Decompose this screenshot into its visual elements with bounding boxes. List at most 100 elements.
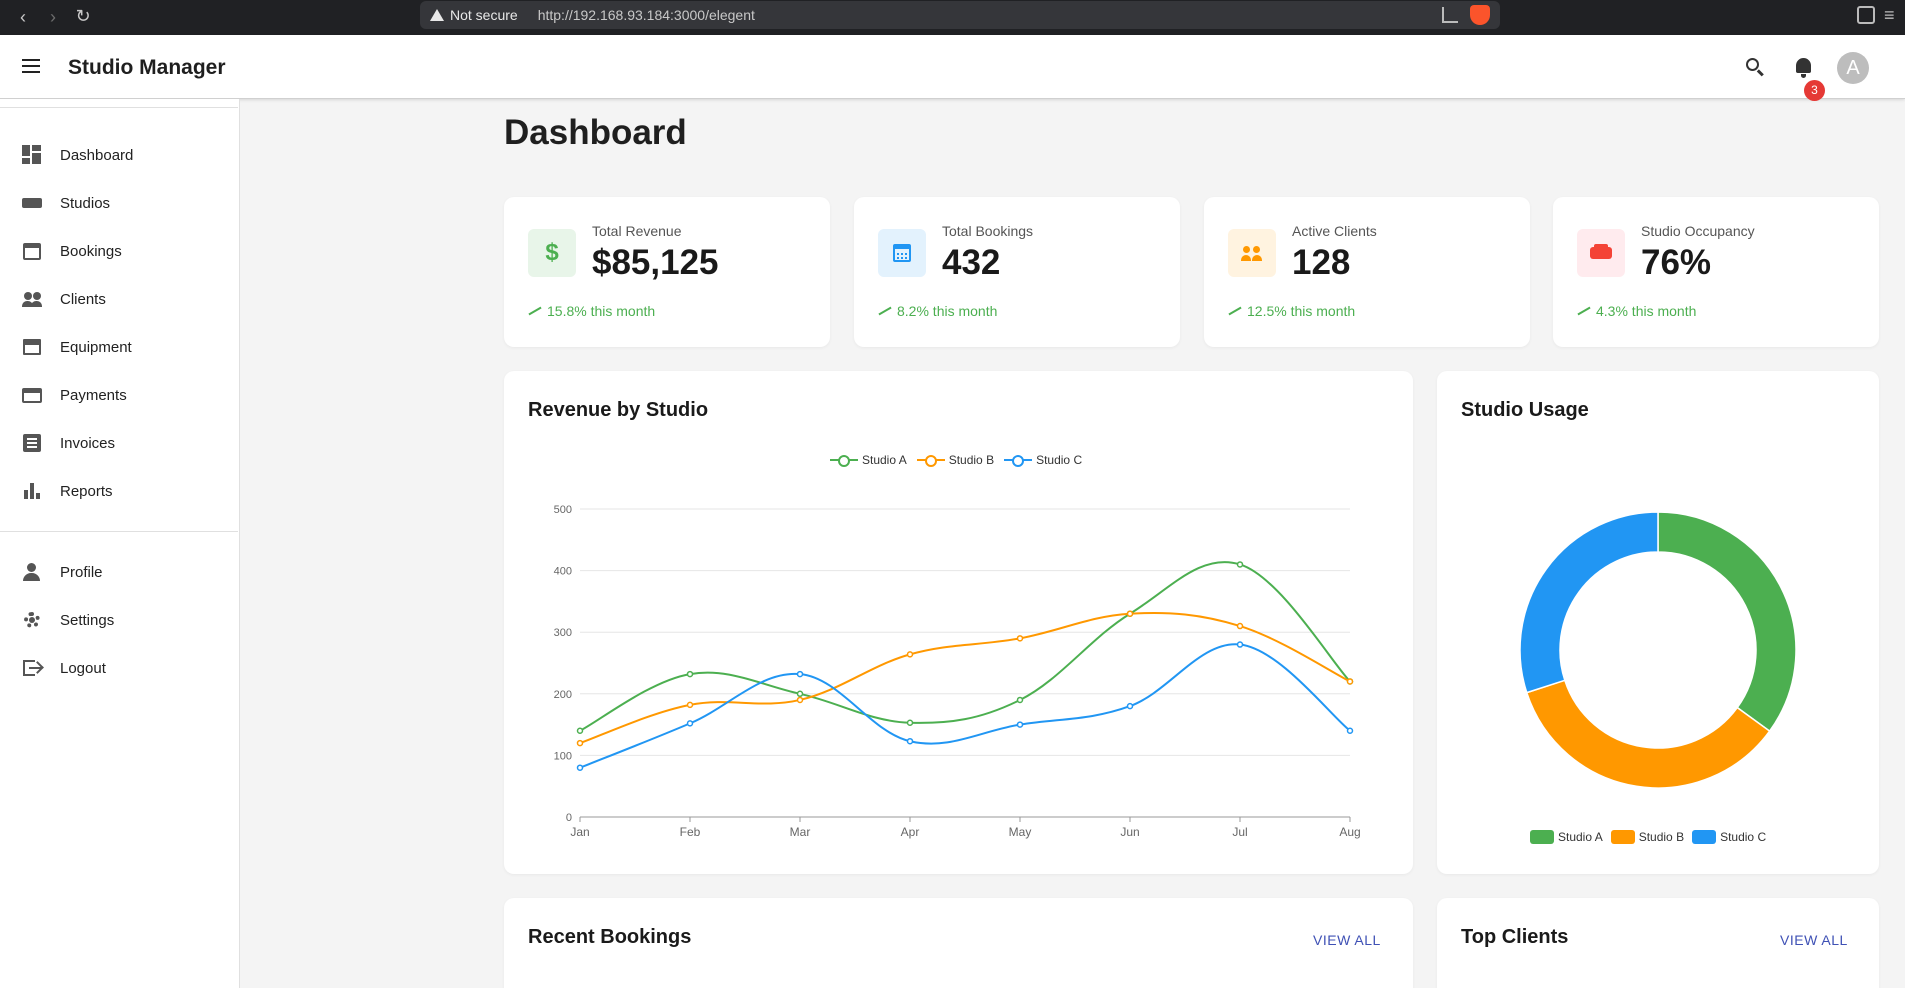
top-clients-card: Top Clients VIEW ALL (1437, 898, 1879, 988)
data-point[interactable] (686, 720, 694, 727)
data-point[interactable] (1346, 727, 1354, 735)
data-point[interactable] (1236, 641, 1244, 648)
legend-item-studio-a[interactable]: Studio A (1530, 830, 1603, 844)
trending-up-icon (878, 306, 892, 316)
y-tick-label: 200 (554, 689, 572, 701)
revenue-chart-card: Revenue by Studio Studio A Studio B Stud… (504, 371, 1413, 874)
sidebar-item-label: Studios (60, 194, 111, 212)
sidebar-item-equipment[interactable]: Equipment (0, 323, 238, 371)
legend-label: Studio C (1720, 830, 1767, 844)
stat-trend-text: 15.8% this month (547, 303, 656, 319)
security-indicator[interactable]: Not secure (430, 7, 518, 23)
reload-icon[interactable]: ↻ (68, 1, 98, 31)
view-all-clients-button[interactable]: VIEW ALL (1780, 932, 1848, 948)
sidebar-item-payments[interactable]: Payments (0, 371, 238, 419)
stat-value: $85,125 (592, 243, 719, 282)
security-label: Not secure (450, 7, 518, 23)
sidebar-item-bookings[interactable]: Bookings (0, 227, 238, 275)
sidebar-item-dashboard[interactable]: Dashboard (0, 131, 238, 179)
extensions-icon[interactable] (1857, 6, 1875, 24)
sidebar-item-label: Settings (60, 611, 115, 629)
back-arrow-icon[interactable]: ‹ (8, 2, 38, 32)
x-tick-label: Mar (790, 825, 811, 839)
data-point[interactable] (796, 670, 804, 678)
warning-icon (430, 9, 444, 21)
sofa-icon (22, 193, 42, 213)
data-point[interactable] (1016, 721, 1024, 728)
share-icon[interactable] (1442, 7, 1458, 23)
browser-toolbar: ‹ › ↻ Not secure http://192.168.93.184:3… (0, 0, 1905, 35)
series-line-studio-c (579, 643, 1351, 769)
stat-value: 432 (942, 243, 1001, 282)
donut-slice-studio-a[interactable] (1657, 511, 1797, 733)
data-point[interactable] (906, 651, 914, 658)
receipt-icon (22, 433, 42, 453)
data-point[interactable] (796, 690, 804, 698)
data-point[interactable] (1236, 622, 1244, 630)
bar-chart-icon (22, 481, 42, 501)
donut-slice-studio-b[interactable] (1525, 679, 1771, 789)
data-point[interactable] (686, 670, 694, 678)
people-icon (22, 289, 42, 309)
sidebar-item-profile[interactable]: Profile (0, 548, 238, 596)
data-point[interactable] (906, 737, 914, 745)
sidebar-item-invoices[interactable]: Invoices (0, 419, 238, 467)
y-tick-label: 400 (554, 566, 572, 578)
sidebar-item-label: Dashboard (60, 146, 134, 164)
revenue-line-chart: 0 100 200 300 400 500 Jan Feb Mar Apr May Jun Jul Aug (554, 504, 1361, 839)
data-point[interactable] (906, 719, 914, 727)
data-point[interactable] (576, 727, 584, 735)
data-point[interactable] (1016, 635, 1024, 642)
y-tick-label: 300 (554, 627, 572, 639)
address-bar[interactable]: Not secure http://192.168.93.184:3000/el… (420, 1, 1500, 29)
y-tick-label: 100 (554, 750, 572, 762)
data-point[interactable] (1016, 696, 1024, 704)
donut-slice-studio-c[interactable] (1519, 511, 1659, 694)
sidebar-item-reports[interactable]: Reports (0, 467, 238, 515)
legend-item-studio-c[interactable]: Studio C (1692, 830, 1766, 844)
usage-chart-card: Studio Usage Studio A Studio B Studio C (1437, 371, 1879, 874)
legend-label: Studio B (1638, 830, 1685, 844)
stat-card-bookings: Total Bookings 432 8.2% this month (854, 197, 1180, 347)
data-point[interactable] (1126, 702, 1134, 710)
stat-value: 128 (1292, 243, 1351, 282)
legend-label: Studio A (1558, 830, 1603, 844)
sidebar: Dashboard Studios Bookings Clients Equip… (0, 99, 240, 988)
stat-trend: 4.3% this month (1577, 303, 1696, 319)
view-all-bookings-button[interactable]: VIEW ALL (1313, 932, 1381, 948)
data-point[interactable] (576, 739, 584, 747)
data-point[interactable] (1126, 610, 1134, 617)
stat-label: Studio Occupancy (1641, 223, 1755, 239)
sidebar-item-studios[interactable]: Studios (0, 179, 238, 227)
stat-label: Active Clients (1292, 223, 1377, 239)
sidebar-item-label: Profile (60, 563, 103, 581)
data-point[interactable] (1236, 561, 1244, 568)
sidebar-item-label: Logout (60, 659, 106, 677)
data-point[interactable] (1346, 678, 1354, 685)
sidebar-item-logout[interactable]: Logout (0, 644, 238, 692)
stat-value: 76% (1641, 243, 1712, 282)
menu-icon[interactable] (22, 59, 40, 73)
trending-up-icon (528, 306, 542, 316)
stat-card-revenue: $ Total Revenue $85,125 15.8% this month (504, 197, 830, 347)
sofa-icon (1577, 229, 1625, 277)
series-line-studio-a (579, 561, 1351, 732)
data-point[interactable] (576, 764, 584, 771)
browser-menu-icon[interactable]: ≡ (1884, 6, 1902, 24)
sidebar-item-label: Clients (60, 290, 106, 308)
x-tick-label: Apr (901, 825, 920, 839)
sidebar-item-settings[interactable]: Settings (0, 596, 238, 644)
legend-item-studio-b[interactable]: Studio B (1610, 830, 1685, 844)
y-tick-label: 0 (566, 812, 572, 824)
search-icon[interactable] (1743, 55, 1767, 79)
data-point[interactable] (796, 696, 804, 704)
brave-shield-icon[interactable] (1470, 5, 1490, 25)
forward-arrow-icon[interactable]: › (38, 2, 68, 32)
url-text[interactable]: http://192.168.93.184:3000/elegent (538, 7, 755, 23)
avatar[interactable]: A (1837, 52, 1869, 84)
notification-bell-icon[interactable] (1792, 55, 1816, 79)
data-point[interactable] (686, 701, 694, 709)
people-icon (1228, 229, 1276, 277)
sidebar-item-clients[interactable]: Clients (0, 275, 238, 323)
stat-trend-text: 12.5% this month (1247, 303, 1356, 319)
